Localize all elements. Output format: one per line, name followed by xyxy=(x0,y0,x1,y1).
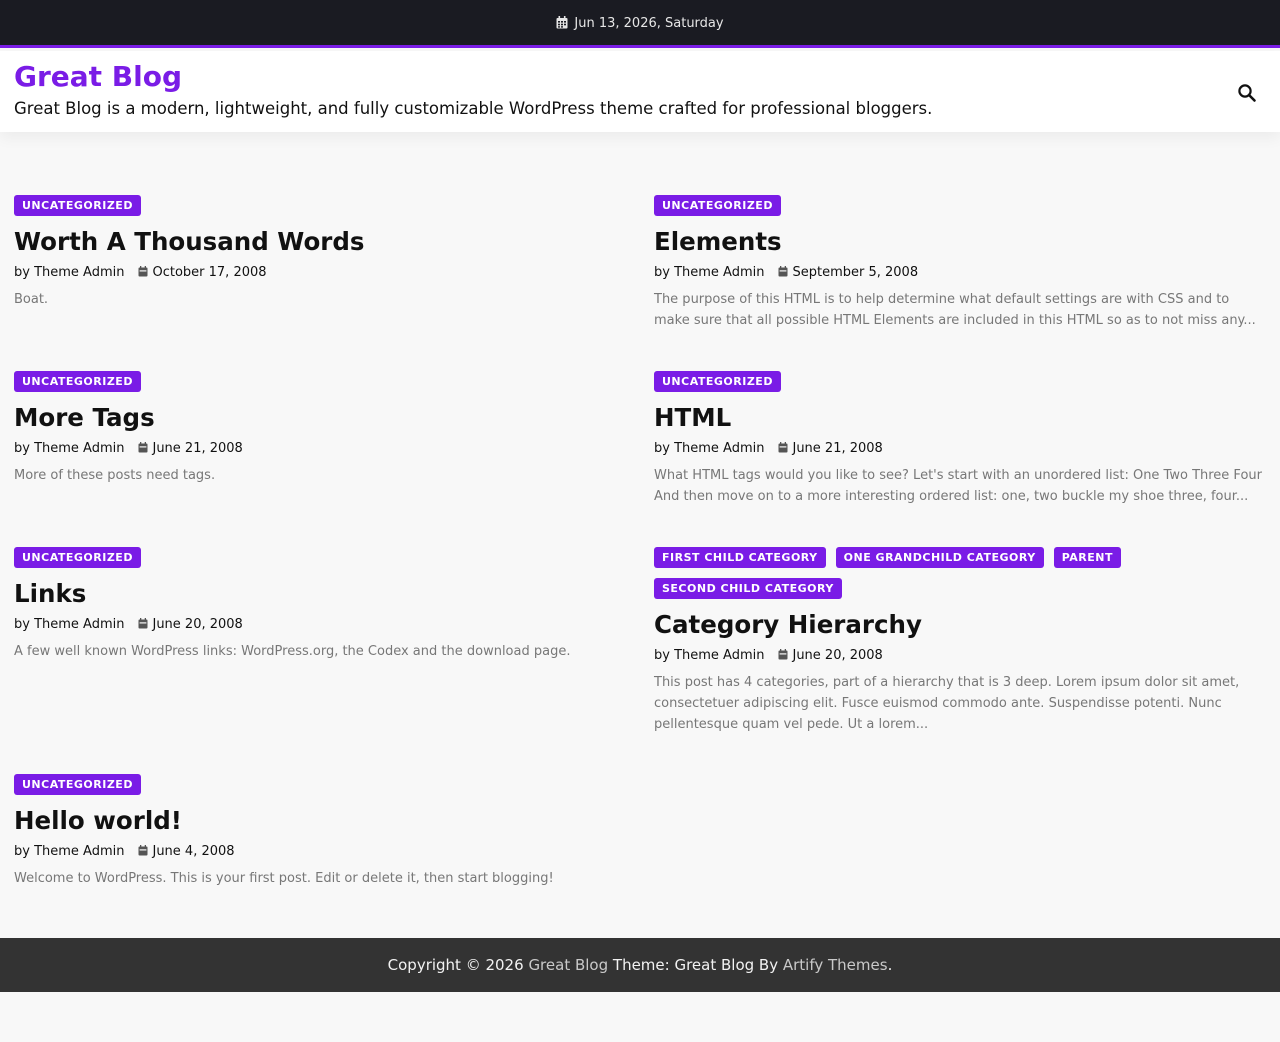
post-categories: UNCATEGORIZED xyxy=(14,546,628,577)
post-title[interactable]: More Tags xyxy=(14,402,628,434)
post-card: UNCATEGORIZED Elements by Theme Admin Septe… xyxy=(654,194,1268,331)
post-meta: by Theme Admin June 20, 2008 xyxy=(14,615,628,635)
calendar-icon xyxy=(138,845,148,856)
category-badge[interactable]: UNCATEGORIZED xyxy=(654,371,781,392)
calendar-icon xyxy=(778,442,788,453)
post-excerpt: Boat. xyxy=(14,292,49,307)
category-badge[interactable]: PARENT xyxy=(1053,547,1121,568)
footer-site-link[interactable]: Great Blog xyxy=(528,956,608,974)
post-author[interactable]: by Theme Admin xyxy=(654,648,764,663)
post-date[interactable]: June 4, 2008 xyxy=(152,844,234,859)
post-categories: UNCATEGORIZED xyxy=(14,194,628,225)
post-date[interactable]: June 20, 2008 xyxy=(152,617,242,632)
post-categories: FIRST CHILD CATEGORY ONE GRANDCHILD CATEG… xyxy=(654,546,1268,608)
category-badge[interactable]: SECOND CHILD CATEGORY xyxy=(654,578,842,599)
post-title[interactable]: Links xyxy=(14,578,628,610)
post-excerpt: A few well known WordPress links: WordPr… xyxy=(14,644,571,659)
post-author[interactable]: by Theme Admin xyxy=(14,265,124,280)
post-card: UNCATEGORIZED Hello world! by Theme Admin J… xyxy=(14,773,628,889)
post-categories: UNCATEGORIZED xyxy=(14,773,628,804)
category-badge[interactable]: UNCATEGORIZED xyxy=(14,195,141,216)
post-date[interactable]: June 21, 2008 xyxy=(792,441,882,456)
calendar-icon xyxy=(138,266,148,277)
search-button[interactable] xyxy=(1234,80,1260,106)
post-author[interactable]: by Theme Admin xyxy=(14,617,124,632)
calendar-icon xyxy=(778,266,788,277)
post-date[interactable]: October 17, 2008 xyxy=(152,265,266,280)
post-excerpt: More of these posts need tags. xyxy=(14,468,216,483)
footer-period: . xyxy=(887,956,893,974)
post-card: UNCATEGORIZED More Tags by Theme Admin June… xyxy=(14,370,628,486)
post-card: UNCATEGORIZED HTML by Theme Admin June 21, … xyxy=(654,370,1268,507)
post-title[interactable]: Worth A Thousand Words xyxy=(14,226,628,258)
post-meta: by Theme Admin June 20, 2008 xyxy=(654,646,1268,666)
post-date[interactable]: June 21, 2008 xyxy=(152,441,242,456)
post-title[interactable]: HTML xyxy=(654,402,1268,434)
calendar-icon xyxy=(778,649,788,660)
post-title[interactable]: Hello world! xyxy=(14,805,628,837)
post-categories: UNCATEGORIZED xyxy=(14,370,628,401)
post-meta: by Theme Admin June 21, 2008 xyxy=(654,439,1268,459)
post-author[interactable]: by Theme Admin xyxy=(14,844,124,859)
footer-author-link[interactable]: Artify Themes xyxy=(783,956,888,974)
post-author[interactable]: by Theme Admin xyxy=(654,265,764,280)
post-meta: by Theme Admin September 5, 2008 xyxy=(654,263,1268,283)
site-tagline: Great Blog is a modern, lightweight, and… xyxy=(14,99,933,118)
category-badge[interactable]: FIRST CHILD CATEGORY xyxy=(654,547,826,568)
post-card: UNCATEGORIZED Links by Theme Admin June 20,… xyxy=(14,546,628,662)
post-excerpt: The purpose of this HTML is to help dete… xyxy=(654,292,1256,328)
site-title[interactable]: Great Blog xyxy=(14,59,182,95)
footer-theme-text: Theme: Great Blog By xyxy=(612,956,779,974)
post-title[interactable]: Category Hierarchy xyxy=(654,609,1268,641)
post-meta: by Theme Admin June 4, 2008 xyxy=(14,842,628,862)
calendar-icon xyxy=(138,618,148,629)
category-badge[interactable]: UNCATEGORIZED xyxy=(14,774,141,795)
current-date: Jun 13, 2026, Saturday xyxy=(574,16,724,31)
search-icon xyxy=(1238,84,1256,102)
post-excerpt: Welcome to WordPress. This is your first… xyxy=(14,871,554,886)
post-excerpt: This post has 4 categories, part of a hi… xyxy=(654,675,1240,732)
post-meta: by Theme Admin June 21, 2008 xyxy=(14,439,628,459)
post-excerpt: What HTML tags would you like to see? Le… xyxy=(654,468,1262,504)
calendar-icon xyxy=(556,16,568,29)
calendar-icon xyxy=(138,442,148,453)
site-footer: Copyright © 2026 Great Blog Theme: Great… xyxy=(0,938,1280,992)
post-date[interactable]: September 5, 2008 xyxy=(792,265,918,280)
top-bar: Jun 13, 2026, Saturday xyxy=(0,0,1280,48)
post-author[interactable]: by Theme Admin xyxy=(654,441,764,456)
post-title[interactable]: Elements xyxy=(654,226,1268,258)
category-badge[interactable]: UNCATEGORIZED xyxy=(14,371,141,392)
post-card: UNCATEGORIZED Worth A Thousand Words by Th… xyxy=(14,194,628,310)
top-bar-date: Jun 13, 2026, Saturday xyxy=(0,16,1280,32)
category-badge[interactable]: UNCATEGORIZED xyxy=(654,195,781,216)
post-categories: UNCATEGORIZED xyxy=(654,370,1268,401)
post-meta: by Theme Admin October 17, 2008 xyxy=(14,263,628,283)
post-author[interactable]: by Theme Admin xyxy=(14,441,124,456)
post-date[interactable]: June 20, 2008 xyxy=(792,648,882,663)
post-categories: UNCATEGORIZED xyxy=(654,194,1268,225)
footer-copyright: Copyright © 2026 xyxy=(387,956,524,974)
site-header: Great Blog Great Blog is a modern, light… xyxy=(0,51,1280,132)
category-badge[interactable]: ONE GRANDCHILD CATEGORY xyxy=(835,547,1044,568)
post-card: FIRST CHILD CATEGORY ONE GRANDCHILD CATEG… xyxy=(654,546,1268,735)
category-badge[interactable]: UNCATEGORIZED xyxy=(14,547,141,568)
